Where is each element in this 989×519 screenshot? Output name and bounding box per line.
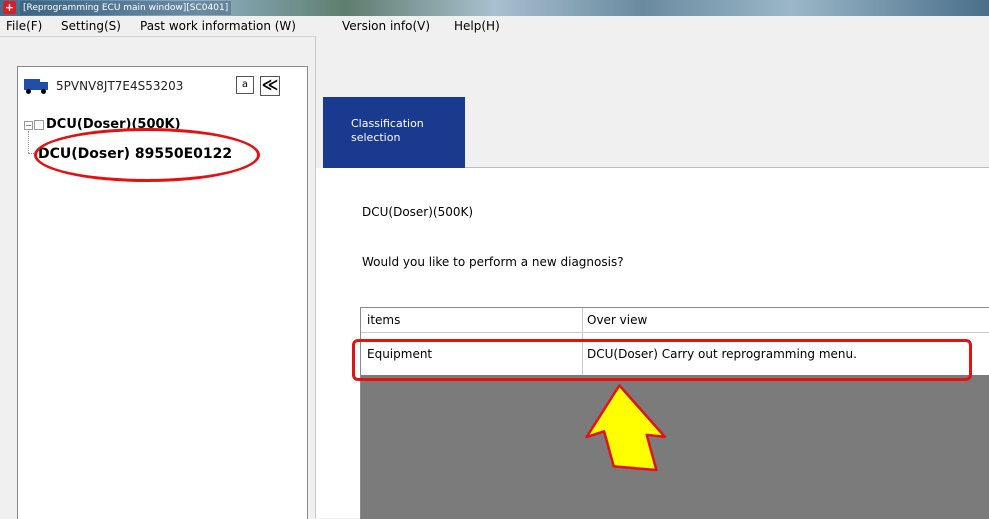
table-header: items Over view — [361, 308, 989, 333]
title-bar: + [Reprogramming ECU main window][SC0401… — [0, 0, 989, 16]
a-button[interactable]: a — [236, 76, 254, 94]
expand-collapse-icon[interactable]: − — [24, 120, 33, 130]
ecu-heading: DCU(Doser)(500K) — [362, 205, 474, 219]
column-header-overview[interactable]: Over view — [587, 308, 647, 332]
app-logo-icon: + — [3, 1, 16, 14]
yellow-arrow-icon — [585, 384, 666, 472]
truck-icon — [24, 79, 48, 94]
tab-classification-selection[interactable]: Classification selection — [323, 97, 465, 168]
window-title: [Reprogramming ECU main window][SC0401] — [20, 1, 232, 15]
collapse-panel-button[interactable]: ≪ — [260, 76, 280, 96]
menu-version-info[interactable]: Version info(V) — [342, 16, 430, 36]
highlight-ellipse — [34, 128, 260, 182]
tab-label: Classification selection — [351, 117, 424, 144]
node-checkbox[interactable] — [34, 120, 44, 130]
menu-help[interactable]: Help(H) — [454, 16, 500, 36]
vin-number: 5PVNV8JT7E4S53203 — [56, 79, 184, 93]
menu-past-work-information[interactable]: Past work information (W) — [140, 16, 296, 36]
diagnosis-question: Would you like to perform a new diagnosi… — [362, 255, 624, 269]
menu-bar: File(F) Setting(S) Past work information… — [0, 16, 989, 37]
menu-file[interactable]: File(F) — [6, 16, 42, 36]
menu-setting[interactable]: Setting(S) — [61, 16, 121, 36]
highlight-rectangle — [352, 339, 972, 381]
tree-connector — [28, 131, 29, 153]
column-header-items[interactable]: items — [367, 308, 400, 332]
